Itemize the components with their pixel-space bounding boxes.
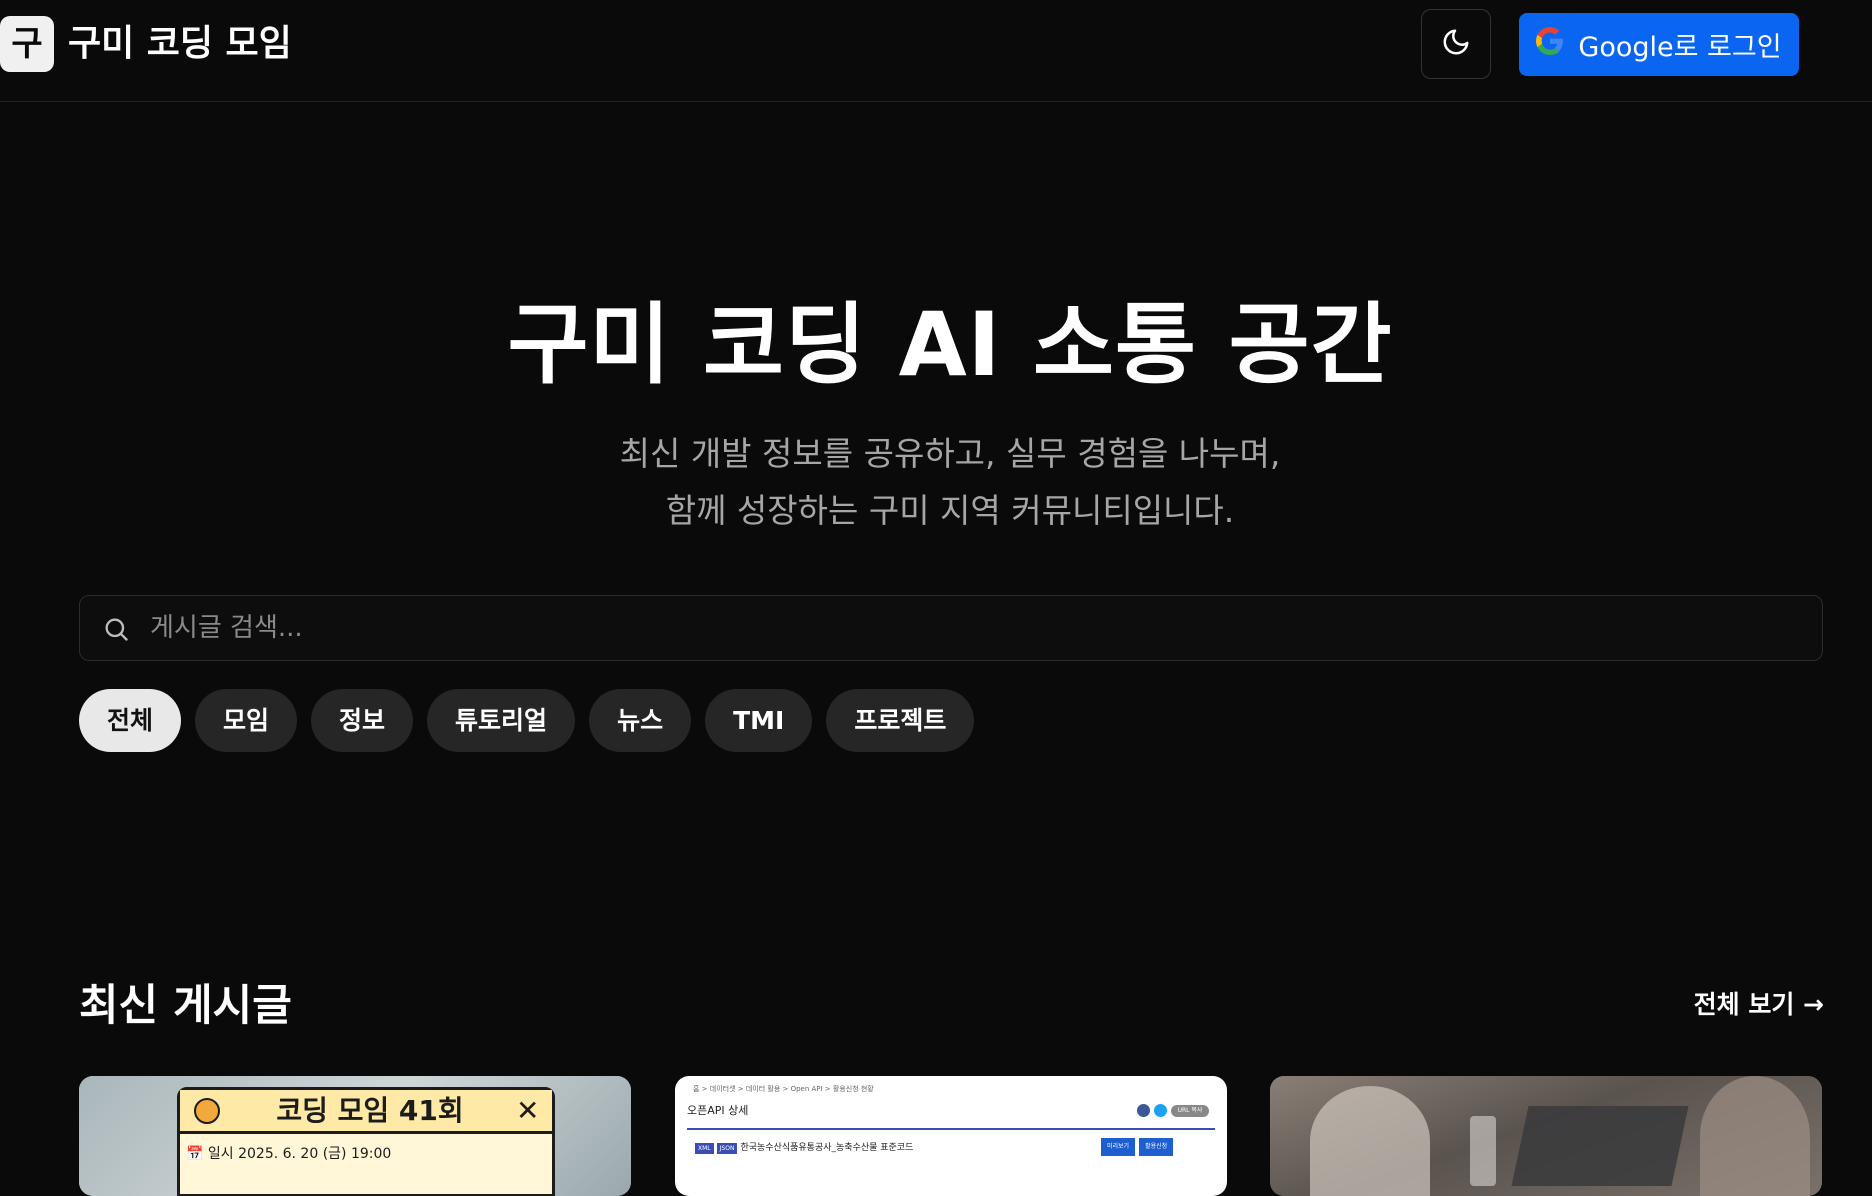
preview-badge: 미리보기 <box>1101 1138 1136 1156</box>
dataset-row: XML JSON 한국농수산식품유통공사_농축수산물 표준코드 <box>695 1142 913 1154</box>
category-chip-all[interactable]: 전체 <box>79 689 182 752</box>
category-chip-tmi[interactable]: TMI <box>705 689 813 752</box>
google-login-label: Google로 로그인 <box>1578 32 1782 63</box>
poster-header: 코딩 모임 41회 ✕ <box>180 1090 552 1134</box>
google-icon <box>1536 27 1564 62</box>
meetup-poster: 코딩 모임 41회 ✕ 📅 일시 2025. 6. 20 (금) 19:00 <box>177 1087 555 1196</box>
post-card[interactable]: 홈 > 데이터셋 > 데이터 활용 > Open API > 활용신청 현황 오… <box>675 1076 1227 1196</box>
latest-posts-title: 최신 게시글 <box>79 981 292 1031</box>
dataset-actions: 미리보기 활용신청 <box>1101 1138 1174 1156</box>
apply-badge: 활용신청 <box>1139 1138 1174 1156</box>
site-logo[interactable]: 구 <box>0 16 54 72</box>
category-chip-tutorial[interactable]: 튜토리얼 <box>427 689 576 752</box>
google-login-button[interactable]: Google로 로그인 <box>1519 13 1799 76</box>
category-chip-project[interactable]: 프로젝트 <box>826 689 975 752</box>
search-input[interactable] <box>150 596 1810 660</box>
hero-subtitle-line1: 최신 개발 정보를 공유하고, 실무 경험을 나누며, <box>619 434 1281 473</box>
divider <box>687 1128 1215 1130</box>
format-tag: XML <box>695 1142 714 1154</box>
moon-icon <box>1441 27 1471 61</box>
site-title[interactable]: 구미 코딩 모임 <box>68 22 292 66</box>
format-tag: JSON <box>716 1142 738 1154</box>
card-page-title: 오픈API 상세 <box>687 1104 749 1117</box>
theme-toggle-button[interactable] <box>1421 9 1491 79</box>
photo-cup <box>1470 1116 1496 1186</box>
photo-laptop <box>1511 1106 1689 1186</box>
card-breadcrumb: 홈 > 데이터셋 > 데이터 활용 > Open API > 활용신청 현황 <box>693 1085 874 1093</box>
poster-title: 코딩 모임 41회 <box>276 1094 464 1127</box>
close-icon: ✕ <box>516 1094 540 1127</box>
view-all-link[interactable]: 전체 보기 → <box>1600 988 1824 1022</box>
photo-person <box>1310 1086 1430 1196</box>
poster-date: 📅 일시 2025. 6. 20 (금) 19:00 <box>186 1146 392 1162</box>
category-chip-info[interactable]: 정보 <box>311 689 414 752</box>
site-header: 구 구미 코딩 모임 Google로 로그인 <box>0 0 1872 102</box>
category-chip-meetup[interactable]: 모임 <box>195 689 298 752</box>
search-bar <box>79 595 1823 661</box>
twitter-icon <box>1154 1104 1167 1117</box>
url-copy-badge: URL 복사 <box>1171 1104 1209 1117</box>
hero-subtitle-line2: 함께 성장하는 구미 지역 커뮤니티입니다. <box>665 491 1235 530</box>
category-chip-news[interactable]: 뉴스 <box>589 689 692 752</box>
search-icon <box>102 615 130 647</box>
circle-icon <box>194 1098 220 1124</box>
dataset-name: 한국농수산식품유통공사_농축수산물 표준코드 <box>740 1143 914 1153</box>
photo-person <box>1700 1076 1810 1196</box>
category-filter: 전체 모임 정보 튜토리얼 뉴스 TMI 프로젝트 <box>79 689 975 752</box>
hero-title: 구미 코딩 AI 소통 공간 <box>507 293 1393 396</box>
post-card[interactable] <box>1270 1076 1822 1196</box>
share-icons: URL 복사 <box>1137 1104 1209 1117</box>
post-card[interactable]: 코딩 모임 41회 ✕ 📅 일시 2025. 6. 20 (금) 19:00 <box>79 1076 631 1196</box>
facebook-icon <box>1137 1104 1150 1117</box>
